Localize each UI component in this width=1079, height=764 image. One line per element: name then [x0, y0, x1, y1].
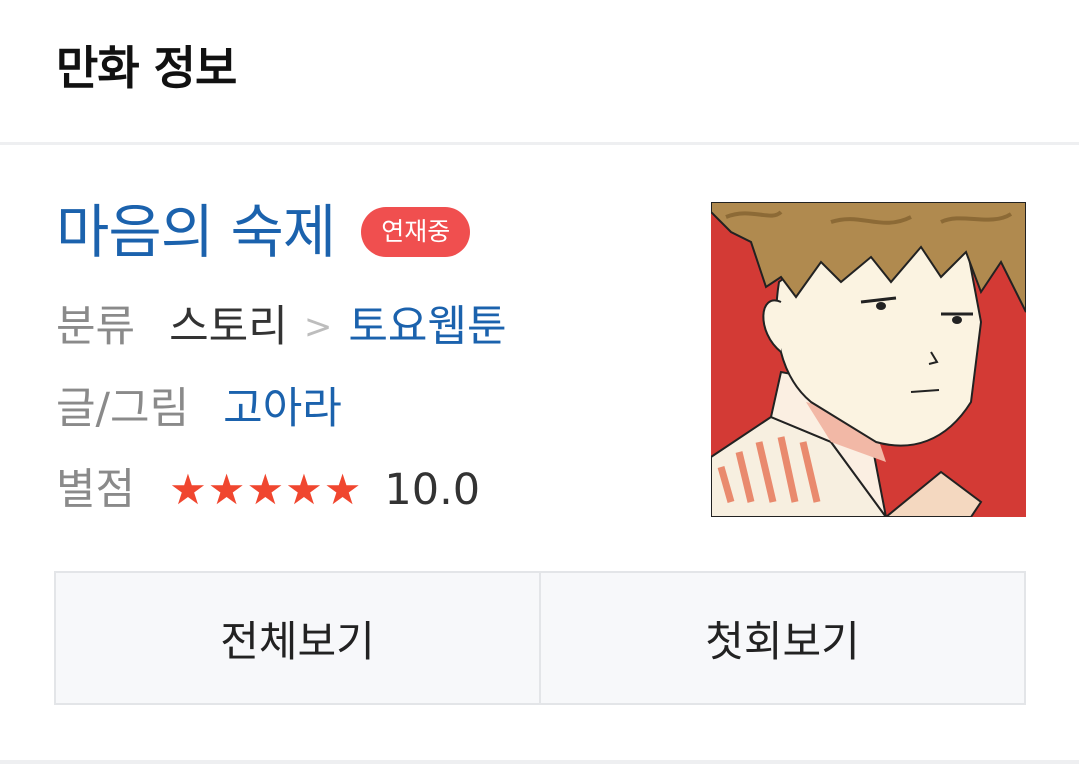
rating-label: 별점: [56, 465, 136, 515]
author-link[interactable]: 고아라: [223, 379, 342, 439]
author-label: 글/그림: [56, 384, 190, 434]
genre-row: 분류 스토리 > 토요웹툰: [56, 297, 507, 357]
rating-row: 별점 ★ ★ ★ ★ ★ 10.0: [56, 460, 480, 520]
page-header: 만화 정보: [0, 0, 1079, 145]
view-all-button[interactable]: 전체보기: [56, 573, 539, 703]
genre-label: 분류: [56, 302, 136, 352]
chevron-right-icon: >: [303, 307, 333, 347]
comic-title[interactable]: 마음의 숙제: [56, 196, 336, 268]
page-title: 만화 정보: [56, 41, 237, 95]
star-rating: ★ ★ ★ ★ ★: [169, 460, 362, 520]
first-episode-button[interactable]: 첫회보기: [539, 573, 1024, 703]
status-badge: 연재중: [361, 207, 471, 257]
star-icon: ★: [246, 465, 285, 514]
star-icon: ★: [169, 465, 207, 514]
rating-score: 10.0: [384, 465, 481, 515]
star-icon: ★: [285, 465, 323, 514]
genre-main: 스토리: [169, 302, 288, 352]
comic-thumbnail[interactable]: [711, 202, 1026, 517]
genre-sub-link[interactable]: 토요웹툰: [348, 297, 506, 357]
divider: [0, 760, 1079, 764]
star-icon: ★: [323, 465, 362, 514]
action-button-group: 전체보기 첫회보기: [54, 571, 1026, 705]
star-icon: ★: [207, 465, 246, 514]
comic-cover-illustration: [711, 202, 1026, 517]
author-row: 글/그림 고아라: [56, 379, 342, 439]
comic-title-row: 마음의 숙제 연재중: [56, 196, 471, 268]
